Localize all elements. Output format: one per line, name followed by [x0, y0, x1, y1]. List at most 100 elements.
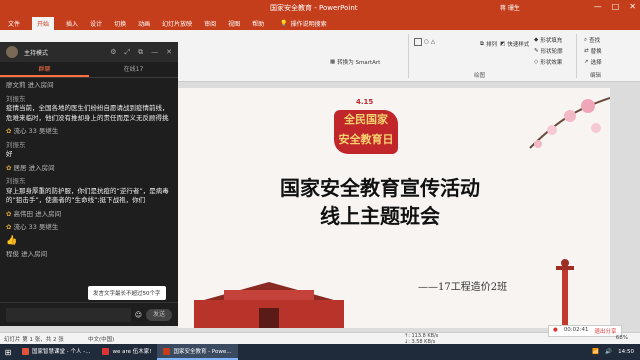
input-length-tooltip: 发言文字最长不超过50个字	[88, 286, 166, 300]
flower-icon: ✿	[6, 209, 12, 218]
tab-review[interactable]: 审阅	[204, 19, 216, 28]
flower-icon: ✿	[6, 223, 12, 231]
taskbar-item[interactable]: 国家安全教育 - Powe...	[157, 344, 238, 360]
emoji-icon[interactable]: ☺	[135, 311, 142, 319]
powerpoint-icon	[163, 347, 171, 355]
minimize-button[interactable]: —	[594, 2, 602, 11]
taskbar-item[interactable]: we are 伍木家!	[96, 344, 157, 360]
app-icon	[22, 347, 29, 355]
chat-input[interactable]	[6, 307, 131, 322]
tab-help[interactable]: 帮助	[252, 19, 264, 28]
taskbar-item-label: we are 伍木家!	[112, 349, 152, 355]
message-text: 穿上那身厚重的防护服，你们是抗疫的“逆行者”，是病毒的“狙击手”，使患者的“生命…	[6, 186, 169, 205]
oval-shape-icon: ○	[424, 39, 429, 45]
user-name[interactable]: 蒋 珊生	[500, 3, 520, 12]
taskbar: ⊞ 国家智慧课堂 - 个人 -... we are 伍木家! 国家安全教育 - …	[0, 344, 640, 360]
tab-view[interactable]: 视图	[228, 19, 240, 28]
chat-header-icons: ⚙ ⤢ ⧉ — ✕	[110, 48, 172, 57]
tab-file[interactable]: 文件	[8, 19, 20, 28]
network-icon[interactable]: 📶	[592, 349, 599, 355]
chat-input-bar: ☺ 发送	[0, 302, 178, 326]
find-button[interactable]: ⌕ 查找	[584, 36, 601, 45]
shape-outline-label: 形状轮廓	[540, 49, 563, 55]
status-bar: 幻灯片 第 1 张，共 2 张 中文(中国) ↑: 113.8 KB/s ↓: …	[0, 325, 640, 345]
zoom-level[interactable]: 68%	[616, 335, 628, 341]
shape-outline-button[interactable]: ✎ 形状轮廓	[534, 47, 563, 55]
slide-canvas[interactable]: 4.15 全民国家 安全教育日 国家安全教育宣传活动 线上主题班会 ——17工程…	[178, 88, 610, 328]
flower-icon: ✿	[6, 163, 12, 172]
copy-icon[interactable]: ⧉	[138, 48, 143, 57]
share-control: ● 00:02:41 退出分享	[548, 325, 622, 337]
tiananmen-gate-illustration	[194, 282, 344, 328]
search-icon: ⌕	[584, 36, 588, 43]
window-controls: — □ ✕	[594, 2, 636, 11]
tab-insert[interactable]: 插入	[66, 19, 78, 28]
tab-animations[interactable]: 动画	[138, 19, 150, 28]
title-bar: 国家安全教育 - PowerPoint 蒋 珊生 — □ ✕	[0, 0, 640, 16]
select-button[interactable]: ➚ 选择	[584, 58, 602, 66]
minimize-icon[interactable]: —	[151, 48, 158, 57]
tab-slideshow[interactable]: 幻灯片放映	[162, 19, 192, 28]
tab-transitions[interactable]: 切换	[114, 19, 126, 28]
class-label[interactable]: ——17工程造价2班	[418, 278, 507, 293]
shape-effects-label: 形状效果	[540, 60, 563, 66]
exit-share-button[interactable]: 退出分享	[595, 327, 617, 335]
tell-me-search[interactable]: 💡 操作说明搜索	[280, 19, 327, 28]
tab-design[interactable]: 设计	[90, 19, 102, 28]
smartart-icon: ▦	[330, 59, 336, 65]
convert-smartart-button[interactable]: ▦ 转换为 SmartArt	[330, 58, 380, 66]
slide-subtitle[interactable]: 线上主题班会	[230, 200, 530, 229]
replace-button[interactable]: ⇄ 替换	[584, 47, 602, 55]
chat-message-list[interactable]: 廖文莉 进入房间 刘振东 疫情当前，全国各地的医生们纷纷自愿请战到疫情前线，危难…	[0, 79, 178, 301]
live-chat-panel: 主持模式 ⚙ ⤢ ⧉ — ✕ 群聊 在线17 廖文莉 进入房间 刘振东 疫情当前…	[0, 42, 178, 326]
recording-dot-icon: ●	[553, 327, 558, 333]
list-item: 廖文莉 进入房间	[6, 81, 54, 89]
list-item: 👍	[6, 236, 172, 247]
smartart-label: 转换为 SmartArt	[337, 60, 381, 66]
list-item: 刘振东 疫情当前，全国各地的医生们纷纷自愿请战到疫情前线，危难来临时，他们没有推…	[6, 95, 172, 124]
taskbar-item[interactable]: 国家智慧课堂 - 个人 -...	[16, 344, 96, 360]
edit-group-label: 编辑	[590, 73, 602, 79]
tab-home[interactable]: 开始	[32, 16, 55, 30]
find-label: 查找	[589, 38, 601, 44]
ribbon-divider	[408, 34, 409, 78]
popout-icon[interactable]: ⤢	[125, 48, 131, 57]
quick-styles-button[interactable]: ◩ 快速样式	[500, 40, 529, 48]
arrange-icon: ⧉	[480, 40, 484, 47]
national-security-day-seal: 4.15 全民国家 安全教育日	[326, 98, 406, 154]
list-item: ✿ 流心 33 吴继生	[6, 127, 59, 135]
arrange-button[interactable]: ⧉ 排列	[480, 40, 497, 49]
replace-label: 替换	[590, 49, 602, 55]
tab-online-users[interactable]: 在线17	[89, 62, 178, 77]
quick-styles-label: 快速样式	[507, 42, 530, 48]
list-item: 刘振东 穿上那身厚重的防护服，你们是抗疫的“逆行者”，是病毒的“狙击手”，使患者…	[6, 177, 172, 206]
windows-start-icon[interactable]: ⊞	[0, 344, 16, 360]
shape-fill-button[interactable]: ◆ 形状填充	[534, 36, 562, 44]
volume-icon[interactable]: 🔊	[605, 349, 612, 355]
rectangle-shape-icon	[414, 38, 422, 46]
seal-date: 4.15	[356, 98, 374, 106]
taskbar-item-label: 国家安全教育 - Powe...	[173, 349, 232, 355]
paint-bucket-icon: ◆	[534, 37, 539, 43]
quick-styles-icon: ◩	[500, 41, 506, 47]
close-icon[interactable]: ✕	[166, 48, 172, 57]
shape-fill-label: 形状填充	[540, 38, 563, 44]
chat-header: 主持模式 ⚙ ⤢ ⧉ — ✕	[0, 42, 178, 62]
shapes-gallery[interactable]: ○ △	[414, 38, 435, 46]
send-button[interactable]: 发送	[146, 308, 172, 321]
replace-icon: ⇄	[584, 48, 589, 54]
slide-title[interactable]: 国家安全教育宣传活动	[230, 172, 530, 201]
slide-counter: 幻灯片 第 1 张，共 2 张	[4, 337, 64, 343]
clock[interactable]: 14:50	[618, 349, 634, 355]
close-button[interactable]: ✕	[629, 2, 636, 11]
chat-tabs: 群聊 在线17	[0, 62, 178, 78]
maximize-button[interactable]: □	[612, 2, 620, 11]
tell-me-label: 操作说明搜索	[290, 20, 327, 28]
language-indicator[interactable]: 中文(中国)	[88, 335, 114, 343]
system-tray: 📶 🔊 14:50	[592, 349, 640, 355]
tab-group-chat[interactable]: 群聊	[0, 62, 89, 77]
settings-icon[interactable]: ⚙	[110, 48, 116, 57]
ribbon-divider	[576, 34, 577, 78]
shape-effects-button[interactable]: ◇ 形状效果	[534, 58, 562, 66]
list-item: 刘振东 好	[6, 141, 172, 160]
